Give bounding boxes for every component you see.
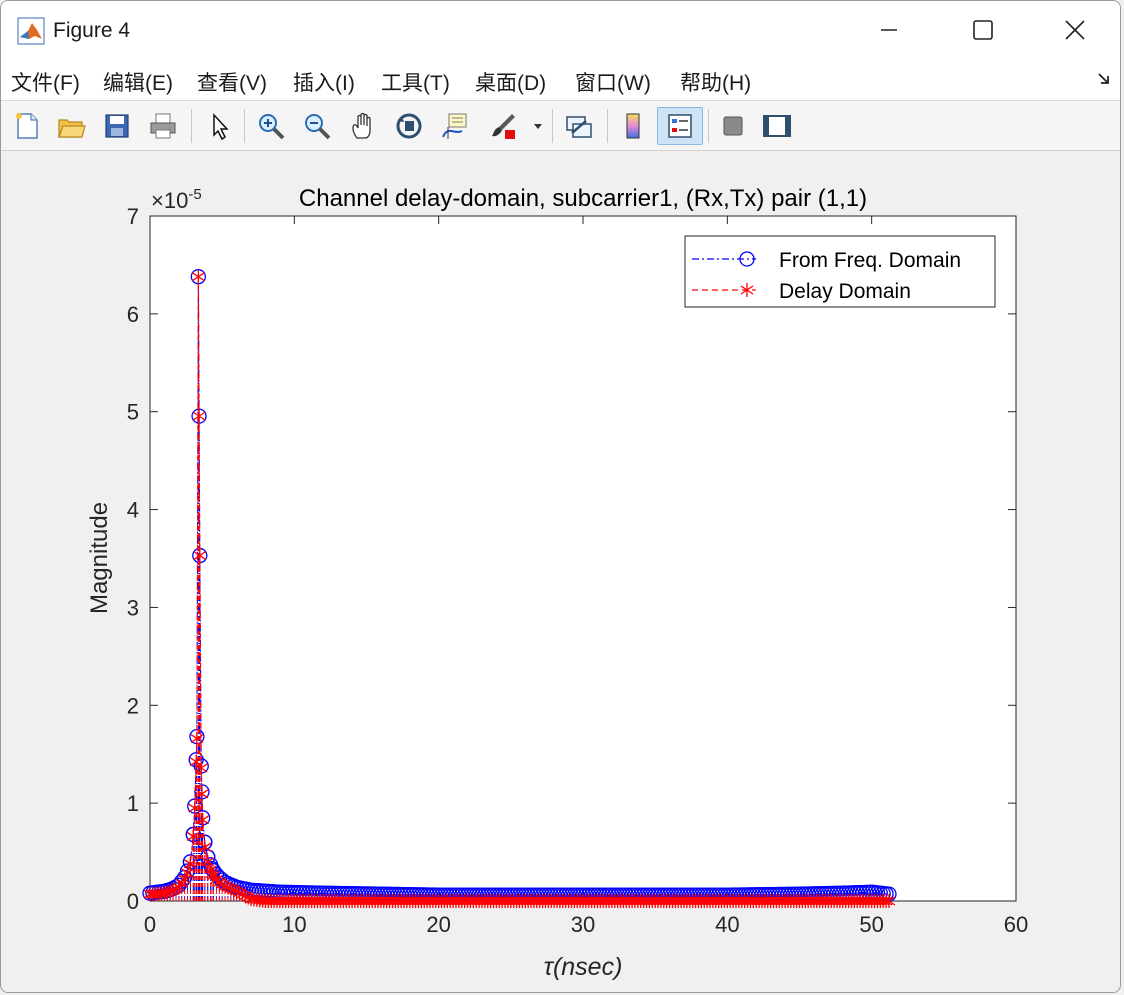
link-plot-icon [566,116,592,138]
x-tick-label: 50 [859,912,883,937]
print-icon [150,113,176,139]
legend-box[interactable]: From Freq. Domain Delay Domain [684,235,996,308]
brush-button[interactable] [485,107,521,145]
rotate-3d-button[interactable] [391,107,427,145]
brush-icon [492,114,515,139]
y-tick-label: 6 [127,302,139,327]
legend-label-delay: Delay Domain [779,280,911,303]
legend-button[interactable] [657,107,703,145]
toolbar-separator [607,109,608,143]
title-bar[interactable]: Figure 4 [1,1,1120,59]
window-title: Figure 4 [53,19,131,42]
pan-hand-icon [352,112,371,139]
figure-canvas: 0 10 20 30 40 50 60 0 1 2 3 4 5 6 7 ×10-5 Channel dela… [3,152,1119,992]
close-icon [1065,20,1085,40]
menu-insert[interactable]: 插入(I) [293,67,355,97]
y-axis-label: Magnitude [86,502,113,614]
y-tick-label: 3 [127,595,139,620]
y-tick-label: 5 [127,400,139,425]
dock-arrow-icon[interactable] [1096,71,1112,87]
figure-toolbar [1,101,1120,151]
toolbar-separator [244,109,245,143]
toolbar-separator [191,109,192,143]
select-arrow-button[interactable] [201,107,237,145]
toolbar-separator [708,109,709,143]
zoom-in-button[interactable] [253,107,289,145]
y-tick-label: 7 [127,204,139,229]
figure-window: Figure 4 文件(F) 编辑(E) 查看(V) 插入(I) 工具(T) 桌… [0,0,1121,993]
data-cursor-button[interactable] [437,107,473,145]
menu-tools[interactable]: 工具(T) [381,67,450,97]
show-plot-tools-button[interactable] [759,107,795,145]
menu-view[interactable]: 查看(V) [197,67,267,97]
y-tick-label: 2 [127,693,139,718]
chart[interactable]: 0 10 20 30 40 50 60 0 1 2 3 4 5 6 7 ×10-5 Channel dela… [3,152,1119,992]
show-plot-tools-icon [763,115,791,137]
menu-help[interactable]: 帮助(H) [680,67,751,97]
menu-desktop[interactable]: 桌面(D) [475,67,546,97]
chart-title: Channel delay-domain, subcarrier1, (Rx,T… [299,185,867,212]
colorbar-button[interactable] [615,107,651,145]
save-button[interactable] [99,107,135,145]
legend-label-freq: From Freq. Domain [779,249,961,272]
open-file-button[interactable] [53,107,89,145]
select-arrow-icon [213,113,229,141]
link-plot-button[interactable] [561,107,597,145]
brush-dropdown-icon [534,124,542,129]
minimize-button[interactable] [843,1,935,59]
axes-background [149,215,1017,902]
open-file-icon [58,119,86,138]
exponent-label: ×10-5 [151,186,202,213]
colorbar-icon [626,113,640,139]
x-tick-label: 60 [1004,912,1028,937]
new-figure-icon [16,113,38,139]
toolbar-separator [552,109,553,143]
menu-edit[interactable]: 编辑(E) [103,67,173,97]
maximize-icon [973,20,993,40]
x-tick-label: 40 [715,912,739,937]
matlab-logo-icon [17,17,45,45]
zoom-out-button[interactable] [299,107,335,145]
x-axis-label: τ(nsec) [544,953,623,981]
brush-dropdown-button[interactable] [527,107,549,145]
menu-bar: 文件(F) 编辑(E) 查看(V) 插入(I) 工具(T) 桌面(D) 窗口(W… [1,59,1120,101]
x-tick-label: 20 [426,912,450,937]
menu-window[interactable]: 窗口(W) [575,67,651,97]
x-tick-label: 10 [282,912,306,937]
rotate-3d-icon [396,113,422,139]
zoom-in-icon [259,114,285,140]
x-tick-label: 30 [571,912,595,937]
pan-button[interactable] [345,107,381,145]
menu-file[interactable]: 文件(F) [11,67,80,97]
new-figure-button[interactable] [9,107,45,145]
hide-plot-tools-icon [723,116,743,136]
y-tick-label: 1 [127,791,139,816]
print-button[interactable] [145,107,181,145]
save-icon [105,114,129,138]
y-tick-label: 0 [127,889,139,914]
x-tick-label: 0 [144,912,156,937]
minimize-icon [881,29,897,31]
y-tick-label: 4 [127,498,139,523]
maximize-button[interactable] [937,1,1029,59]
close-button[interactable] [1029,1,1120,59]
data-cursor-icon [442,113,467,139]
hide-plot-tools-button[interactable] [715,107,751,145]
zoom-out-icon [305,114,331,140]
legend-icon [668,114,692,138]
